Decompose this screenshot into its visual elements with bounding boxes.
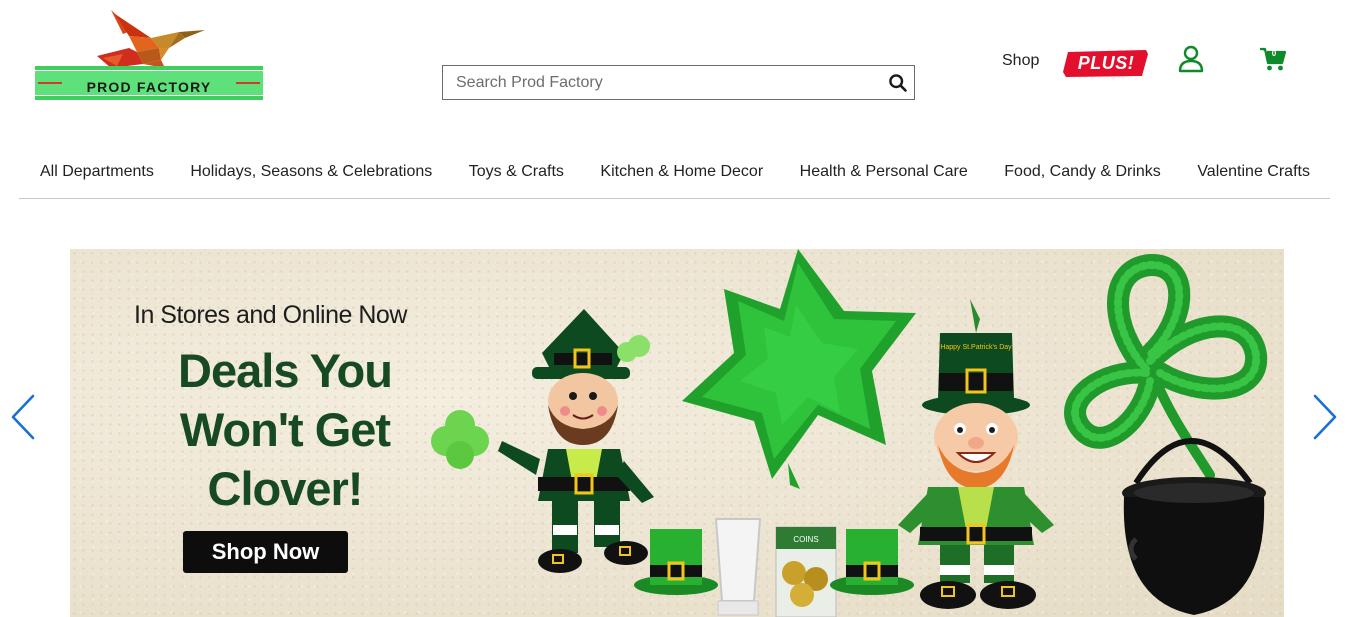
pint-glass: [714, 518, 762, 616]
tinsel-shamrock: [1064, 254, 1268, 480]
account-button[interactable]: [1178, 45, 1204, 73]
shop-link[interactable]: Shop: [1002, 52, 1039, 70]
cart-count-badge: 0: [1271, 49, 1277, 58]
nav-item-health[interactable]: Health & Personal Care: [800, 150, 968, 198]
mini-hat-left: [634, 529, 718, 595]
hero-headline: Deals You Won't Get Clover!: [178, 344, 393, 515]
plus-label: PLUS!: [1077, 52, 1135, 73]
nav-item-toys-crafts[interactable]: Toys & Crafts: [469, 150, 564, 198]
nav-item-kitchen-home[interactable]: Kitchen & Home Decor: [600, 150, 763, 198]
search-input[interactable]: [443, 66, 873, 99]
gold-coins-pack: COINS: [775, 526, 837, 617]
hero-banner[interactable]: In Stores and Online Now Deals You Won't…: [70, 249, 1284, 617]
nav-item-valentine-crafts[interactable]: Valentine Crafts: [1197, 150, 1310, 198]
chevron-right-icon: [1313, 394, 1337, 440]
leprechaun-figure-right: Happy St.Patrick's Day: [898, 299, 1054, 609]
account-icon: [1178, 45, 1204, 73]
nav-item-food-candy[interactable]: Food, Candy & Drinks: [1004, 150, 1161, 198]
carousel-next-button[interactable]: [1311, 393, 1339, 441]
site-logo[interactable]: PROD FACTORY: [33, 8, 265, 102]
shop-now-button[interactable]: Shop Now: [183, 531, 348, 573]
hat-greeting-text: Happy St.Patrick's Day: [940, 344, 1012, 351]
st-patricks-products-image: COINS Happy St.Patrick's Day: [431, 249, 1268, 617]
pot-of-gold-cauldron: [1122, 438, 1266, 615]
search-box: [442, 65, 915, 100]
plus-button[interactable]: PLUS!: [1062, 48, 1150, 78]
nav-item-holidays[interactable]: Holidays, Seasons & Celebrations: [190, 150, 432, 198]
coins-pack-label: COINS: [793, 535, 818, 544]
clover-decoration: [431, 410, 489, 469]
department-nav: All Departments Holidays, Seasons & Cele…: [19, 150, 1330, 199]
carousel-prev-button[interactable]: [9, 393, 37, 441]
hero-subheading: In Stores and Online Now: [134, 301, 407, 329]
star-balloon: [682, 249, 916, 489]
chevron-left-icon: [11, 394, 35, 440]
logo-text: PROD FACTORY: [86, 79, 212, 95]
search-button[interactable]: [888, 73, 908, 93]
search-icon: [889, 74, 907, 92]
leprechaun-figure-left: [498, 309, 654, 573]
mini-hat-right: [830, 529, 914, 595]
page: PROD FACTORY Shop PLUS! 0: [0, 0, 1350, 617]
nav-item-all-departments[interactable]: All Departments: [40, 150, 154, 198]
